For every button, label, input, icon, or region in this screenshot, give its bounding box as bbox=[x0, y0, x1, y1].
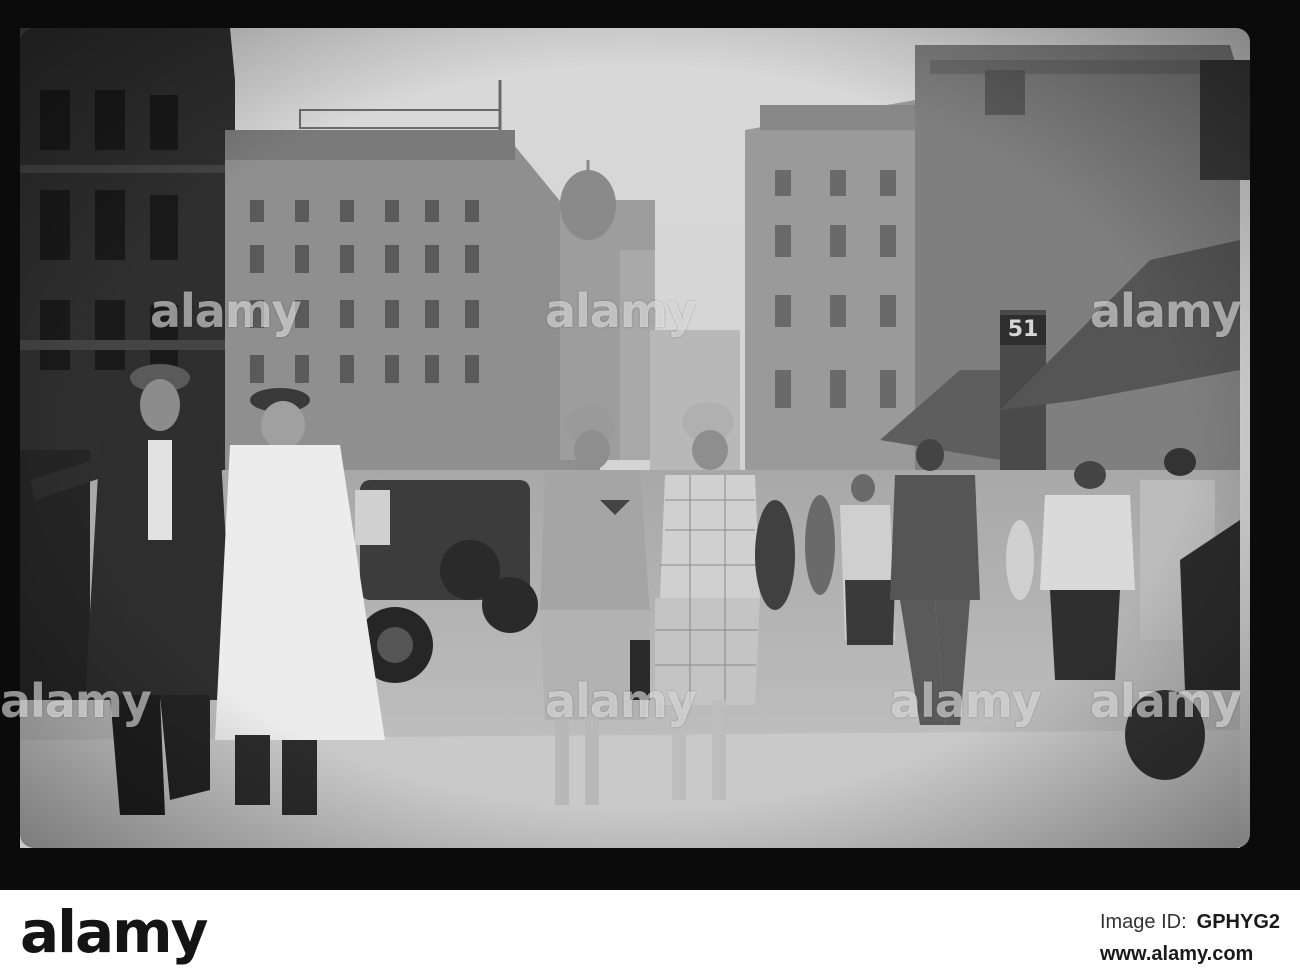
image-id: GPHYG2 bbox=[1196, 911, 1280, 933]
site-url: www.alamy.com bbox=[1099, 943, 1254, 965]
street-scene-photo: 51 bbox=[0, 0, 1300, 890]
watermark-text: alamy bbox=[545, 674, 697, 728]
watermark-text: alamy bbox=[890, 674, 1042, 728]
watermark-text: alamy bbox=[150, 284, 302, 338]
watermark-text: alamy bbox=[1090, 284, 1242, 338]
watermark-text: alamy bbox=[545, 284, 697, 338]
alamy-logo: alamy bbox=[20, 898, 208, 966]
watermark-text: alamy bbox=[0, 674, 152, 728]
photo-frame: 51 bbox=[0, 0, 1300, 890]
image-id-label: Image ID: bbox=[1099, 911, 1187, 933]
image-meta: Image ID: GPHYG2 www.alamy.com bbox=[1100, 906, 1280, 970]
watermark-text: alamy bbox=[1090, 674, 1242, 728]
